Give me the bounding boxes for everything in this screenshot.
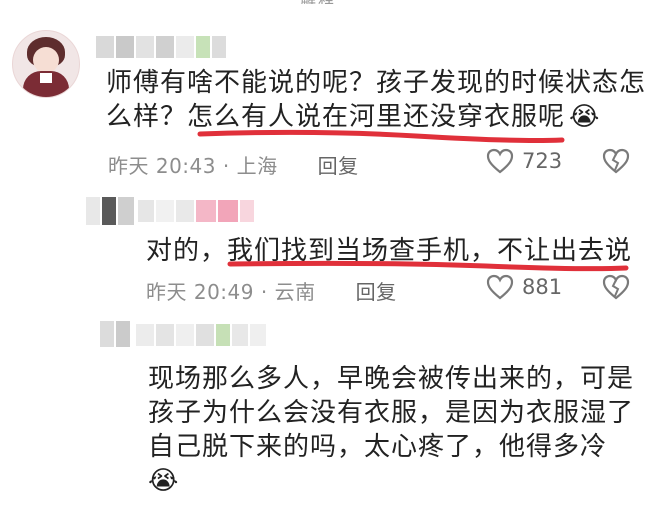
username-mosaic[interactable] bbox=[138, 200, 254, 222]
avatar-mosaic[interactable] bbox=[86, 196, 134, 226]
comment-meta: 昨天 20:43 · 上海 回复 bbox=[108, 150, 359, 179]
like-button[interactable]: 881 bbox=[486, 274, 562, 300]
comment-line: 自己脱下来的吗，太心疼了，他得多冷 bbox=[148, 432, 608, 462]
crying-emoji-icon: 😭 bbox=[148, 466, 180, 496]
reply-button[interactable]: 回复 bbox=[318, 154, 359, 178]
broken-heart-icon bbox=[602, 148, 630, 174]
like-count: 881 bbox=[522, 275, 563, 299]
dislike-button[interactable] bbox=[602, 274, 630, 300]
comment-line: 孩子为什么会没有衣服，是因为衣服湿了 bbox=[148, 398, 635, 428]
highlight-underline bbox=[227, 260, 629, 272]
like-button[interactable]: 723 bbox=[486, 148, 562, 174]
heart-icon bbox=[486, 274, 514, 300]
crying-emoji-icon: 😭 bbox=[569, 102, 601, 132]
username-mosaic[interactable] bbox=[136, 324, 266, 346]
like-count: 723 bbox=[522, 149, 563, 173]
comment-line: 现场那么多人，早晚会被传出来的，可是 bbox=[148, 364, 635, 394]
heart-icon bbox=[486, 148, 514, 174]
top-title-fragment: 解释 bbox=[300, 0, 380, 4]
comment-line: 师傅有啥不能说的呢？孩子发现的时候状态怎 bbox=[106, 68, 647, 98]
broken-heart-icon bbox=[602, 274, 630, 300]
comment-time: 昨天 20:43 · 上海 bbox=[108, 154, 278, 178]
comment-time: 昨天 20:49 · 云南 bbox=[146, 280, 316, 304]
username-mosaic[interactable] bbox=[96, 36, 226, 58]
avatar-mosaic[interactable] bbox=[100, 320, 130, 348]
highlight-underline bbox=[197, 129, 565, 143]
comment-meta: 昨天 20:49 · 云南 回复 bbox=[146, 276, 397, 305]
dislike-button[interactable] bbox=[602, 148, 630, 174]
reply-button[interactable]: 回复 bbox=[356, 280, 397, 304]
comment-text: 现场那么多人，早晚会被传出来的，可是 孩子为什么会没有衣服，是因为衣服湿了 自己… bbox=[148, 362, 634, 498]
avatar[interactable] bbox=[12, 30, 80, 98]
